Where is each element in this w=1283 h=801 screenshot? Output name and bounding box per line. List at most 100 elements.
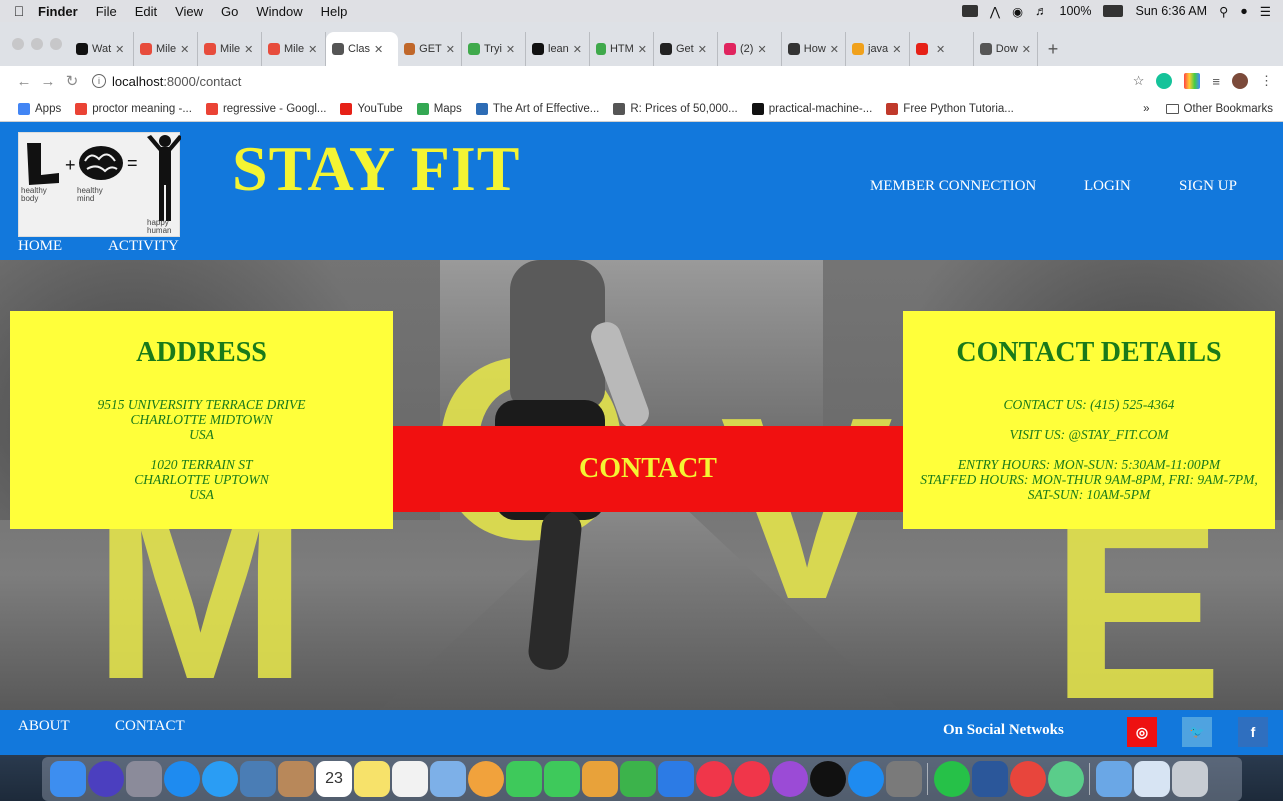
notification-center-icon[interactable]: ☰ <box>1260 4 1271 19</box>
browser-tab[interactable]: HTM ✕ <box>590 32 654 66</box>
browser-tab[interactable]: Mile ✕ <box>134 32 198 66</box>
dock-notes-icon[interactable] <box>354 761 390 797</box>
dock-calendar-icon[interactable]: 23 <box>316 761 352 797</box>
browser-tab[interactable]: Mile ✕ <box>198 32 262 66</box>
nav-activity[interactable]: ACTIVITY <box>108 238 179 255</box>
extension-icon[interactable] <box>1184 73 1201 89</box>
dock-app-store-icon[interactable] <box>848 761 884 797</box>
profile-avatar[interactable] <box>1232 73 1248 89</box>
menu-view[interactable]: View <box>175 4 203 19</box>
bookmark-item[interactable]: regressive - Googl... <box>205 102 326 115</box>
dock-music-icon[interactable] <box>734 761 770 797</box>
bookmark-item[interactable]: practical-machine-... <box>751 102 872 115</box>
minimize-window-button[interactable] <box>31 38 43 50</box>
wifi-icon[interactable]: ◉ <box>1012 4 1023 19</box>
browser-tab[interactable]: Mile ✕ <box>262 32 326 66</box>
browser-tab[interactable]: How ✕ <box>782 32 846 66</box>
siri-icon[interactable]: ● <box>1240 4 1248 18</box>
instagram-icon[interactable]: ◎ <box>1127 717 1157 747</box>
tab-close-icon[interactable]: ✕ <box>830 43 839 56</box>
reading-list-icon[interactable]: ≡ <box>1212 74 1220 89</box>
dock-siri-icon[interactable] <box>88 761 124 797</box>
tab-close-icon[interactable]: ✕ <box>638 43 647 56</box>
dock-numbers-icon[interactable] <box>620 761 656 797</box>
tab-close-icon[interactable]: ✕ <box>506 43 515 56</box>
bookmark-item[interactable]: proctor meaning -... <box>75 102 192 115</box>
browser-tab[interactable]: lean ✕ <box>526 32 590 66</box>
twitter-icon[interactable]: 🐦 <box>1182 717 1212 747</box>
browser-tab[interactable]: Clas ✕ <box>326 32 398 66</box>
tab-close-icon[interactable]: ✕ <box>1022 43 1031 56</box>
dock-photos-stack-icon[interactable] <box>430 761 466 797</box>
browser-tab[interactable]: Dow ✕ <box>974 32 1038 66</box>
footer-contact-link[interactable]: CONTACT <box>115 718 185 735</box>
tab-close-icon[interactable]: ✕ <box>374 43 383 56</box>
browser-tab[interactable]: ✕ <box>910 32 974 66</box>
nav-sign-up[interactable]: SIGN UP <box>1179 178 1237 195</box>
browser-tab[interactable]: (2) ✕ <box>718 32 782 66</box>
bookmark-item[interactable]: Maps <box>416 102 462 115</box>
other-bookmarks[interactable]: Other Bookmarks <box>1165 103 1273 115</box>
menu-edit[interactable]: Edit <box>135 4 157 19</box>
address-field[interactable]: i localhost:8000/contact <box>92 74 241 89</box>
new-tab-button[interactable]: + <box>1038 32 1068 66</box>
dock-messages-icon[interactable] <box>506 761 542 797</box>
dock-safari-alt-icon[interactable] <box>202 761 238 797</box>
dock-downloads-icon[interactable] <box>1096 761 1132 797</box>
menu-help[interactable]: Help <box>321 4 348 19</box>
status-icon[interactable] <box>961 5 978 17</box>
dock-whatsapp-icon[interactable] <box>934 761 970 797</box>
tab-close-icon[interactable]: ✕ <box>573 43 582 56</box>
tab-close-icon[interactable]: ✕ <box>308 43 317 56</box>
dock-facetime-icon[interactable] <box>544 761 580 797</box>
facebook-icon[interactable]: f <box>1238 717 1268 747</box>
menu-finder[interactable]: Finder <box>38 4 78 19</box>
browser-tab[interactable]: Wat ✕ <box>70 32 134 66</box>
bluetooth-icon[interactable]: ⋀ <box>990 4 1000 19</box>
bookmark-item[interactable]: R: Prices of 50,000... <box>613 102 738 115</box>
nav-login[interactable]: LOGIN <box>1084 178 1131 195</box>
dock-keynote-icon[interactable] <box>658 761 694 797</box>
dock-tv-icon[interactable] <box>810 761 846 797</box>
zoom-window-button[interactable] <box>50 38 62 50</box>
bookmark-item[interactable]: YouTube <box>340 102 403 115</box>
dock-chrome-icon[interactable] <box>1010 761 1046 797</box>
info-icon[interactable]: i <box>92 74 106 88</box>
bookmarks-overflow-icon[interactable]: » <box>1143 103 1149 115</box>
footer-about-link[interactable]: ABOUT <box>18 718 70 735</box>
browser-tab[interactable]: Tryi ✕ <box>462 32 526 66</box>
site-title[interactable]: STAY FIT <box>232 132 520 206</box>
bookmark-star-icon[interactable]: ☆ <box>1133 73 1145 89</box>
menu-window[interactable]: Window <box>256 4 302 19</box>
bookmark-item[interactable]: The Art of Effective... <box>475 102 599 115</box>
back-arrow-icon[interactable]: ← <box>12 73 36 90</box>
dock-news-icon[interactable] <box>696 761 732 797</box>
bookmark-item[interactable]: Apps <box>18 102 61 115</box>
tab-close-icon[interactable]: ✕ <box>757 43 766 56</box>
menu-file[interactable]: File <box>96 4 117 19</box>
site-logo[interactable]: + = healthy body healthy mind happy huma… <box>18 132 183 237</box>
nav-member-connection[interactable]: MEMBER CONNECTION <box>870 178 1036 195</box>
dock-contacts-icon[interactable] <box>278 761 314 797</box>
dock-pages-icon[interactable] <box>582 761 618 797</box>
tab-close-icon[interactable]: ✕ <box>180 43 189 56</box>
clock[interactable]: Sun 6:36 AM <box>1135 4 1207 18</box>
dock-atom-icon[interactable] <box>1048 761 1084 797</box>
tab-close-icon[interactable]: ✕ <box>892 43 901 56</box>
nav-home[interactable]: HOME <box>18 238 62 255</box>
dock-system-preferences-icon[interactable] <box>886 761 922 797</box>
tab-close-icon[interactable]: ✕ <box>936 43 945 56</box>
tab-close-icon[interactable]: ✕ <box>698 43 707 56</box>
tab-close-icon[interactable]: ✕ <box>115 43 124 56</box>
dock-word-icon[interactable] <box>972 761 1008 797</box>
dock-launchpad-icon[interactable] <box>126 761 162 797</box>
dock-safari-icon[interactable] <box>164 761 200 797</box>
dock-photos-icon[interactable] <box>468 761 504 797</box>
spotlight-icon[interactable]: ⚲ <box>1219 4 1228 19</box>
tab-close-icon[interactable]: ✕ <box>446 43 455 56</box>
dock-reminders-icon[interactable] <box>392 761 428 797</box>
dock-finder-icon[interactable] <box>50 761 86 797</box>
tab-close-icon[interactable]: ✕ <box>244 43 253 56</box>
battery-icon[interactable] <box>1103 5 1124 17</box>
forward-arrow-icon[interactable]: → <box>36 73 60 90</box>
